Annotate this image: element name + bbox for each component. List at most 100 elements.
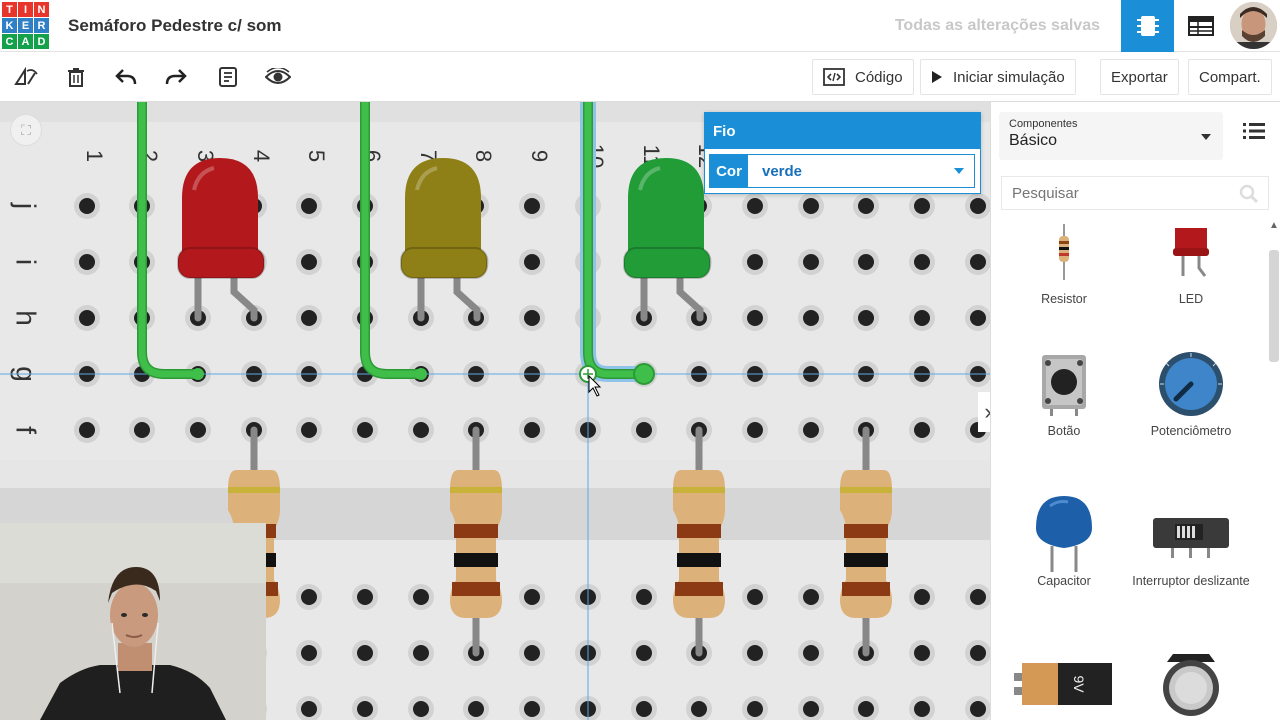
breadboard-hole[interactable]: [970, 701, 986, 717]
part-potentiometer[interactable]: Potenciômetro: [1126, 348, 1256, 439]
breadboard-hole[interactable]: [636, 701, 652, 717]
breadboard-hole[interactable]: [914, 589, 930, 605]
breadboard-hole[interactable]: [636, 422, 652, 438]
breadboard-hole[interactable]: [970, 310, 986, 326]
list-view-button[interactable]: [1243, 122, 1265, 145]
breadboard-hole[interactable]: [914, 310, 930, 326]
breadboard-hole[interactable]: [524, 422, 540, 438]
rotate-button[interactable]: [10, 62, 42, 92]
breadboard-hole[interactable]: [803, 254, 819, 270]
breadboard-hole[interactable]: [301, 701, 317, 717]
breadboard-hole[interactable]: [970, 198, 986, 214]
breadboard-hole[interactable]: [858, 701, 874, 717]
component-list-view-button[interactable]: [1176, 0, 1226, 52]
breadboard-hole[interactable]: [413, 645, 429, 661]
search-input[interactable]: [1001, 176, 1269, 210]
breadboard-hole[interactable]: [413, 701, 429, 717]
breadboard-hole[interactable]: [747, 589, 763, 605]
part-capacitor[interactable]: Capacitor: [999, 496, 1129, 589]
breadboard-hole[interactable]: [301, 645, 317, 661]
redo-button[interactable]: [160, 62, 192, 92]
breadboard-hole[interactable]: [747, 422, 763, 438]
fit-view-button[interactable]: ⛶: [10, 114, 42, 146]
breadboard-hole[interactable]: [524, 701, 540, 717]
export-button[interactable]: Exportar: [1100, 59, 1179, 95]
breadboard-hole[interactable]: [747, 198, 763, 214]
breadboard-hole[interactable]: [79, 422, 95, 438]
breadboard-hole[interactable]: [914, 254, 930, 270]
column-number: 1: [82, 150, 107, 162]
breadboard-hole[interactable]: [301, 422, 317, 438]
breadboard-hole[interactable]: [468, 701, 484, 717]
breadboard-hole[interactable]: [747, 645, 763, 661]
breadboard-hole[interactable]: [803, 422, 819, 438]
delete-button[interactable]: [60, 62, 92, 92]
breadboard-hole[interactable]: [803, 589, 819, 605]
part-coin-battery[interactable]: [1126, 648, 1256, 720]
breadboard-hole[interactable]: [357, 589, 373, 605]
breadboard-hole[interactable]: [970, 589, 986, 605]
breadboard-hole[interactable]: [79, 198, 95, 214]
breadboard-hole[interactable]: [803, 310, 819, 326]
undo-button[interactable]: [110, 62, 142, 92]
breadboard-hole[interactable]: [803, 701, 819, 717]
breadboard-hole[interactable]: [190, 422, 206, 438]
tinkercad-logo[interactable]: TIN KER CAD: [2, 2, 49, 49]
breadboard-hole[interactable]: [858, 254, 874, 270]
breadboard-hole[interactable]: [413, 589, 429, 605]
breadboard-hole[interactable]: [636, 589, 652, 605]
breadboard-hole[interactable]: [636, 645, 652, 661]
breadboard-hole[interactable]: [858, 310, 874, 326]
collapse-panel-button[interactable]: ›: [978, 392, 990, 432]
breadboard-hole[interactable]: [524, 310, 540, 326]
part-slide-switch[interactable]: Interruptor deslizante: [1126, 498, 1256, 589]
breadboard-hole[interactable]: [357, 701, 373, 717]
start-simulation-button[interactable]: Iniciar simulação: [920, 59, 1076, 95]
breadboard-hole[interactable]: [524, 645, 540, 661]
circuit-view-button[interactable]: [1121, 0, 1174, 52]
part-led[interactable]: LED: [1126, 216, 1256, 307]
part-battery-9v[interactable]: 9V: [999, 648, 1129, 720]
breadboard-hole[interactable]: [301, 254, 317, 270]
wire-end[interactable]: [415, 368, 427, 380]
design-title[interactable]: Semáforo Pedestre c/ som: [68, 16, 282, 36]
wire-color-select[interactable]: Cor verde: [709, 154, 975, 188]
user-avatar[interactable]: [1230, 2, 1277, 49]
breadboard-hole[interactable]: [747, 701, 763, 717]
breadboard-hole[interactable]: [524, 589, 540, 605]
wire-end[interactable]: [192, 368, 204, 380]
breadboard-hole[interactable]: [914, 701, 930, 717]
breadboard-hole[interactable]: [79, 310, 95, 326]
breadboard-hole[interactable]: [301, 589, 317, 605]
breadboard-hole[interactable]: [79, 254, 95, 270]
breadboard-hole[interactable]: [970, 254, 986, 270]
breadboard-hole[interactable]: [803, 645, 819, 661]
breadboard-hole[interactable]: [691, 701, 707, 717]
visibility-button[interactable]: [262, 62, 294, 92]
breadboard-hole[interactable]: [524, 198, 540, 214]
part-resistor[interactable]: Resistor: [999, 216, 1129, 307]
share-button[interactable]: Compart.: [1188, 59, 1272, 95]
breadboard-hole[interactable]: [357, 422, 373, 438]
breadboard-hole[interactable]: [301, 198, 317, 214]
components-dropdown[interactable]: Componentes Básico: [999, 112, 1223, 160]
scroll-up-arrow[interactable]: ▲: [1269, 220, 1279, 231]
panel-scrollbar[interactable]: [1269, 250, 1279, 362]
breadboard-hole[interactable]: [747, 254, 763, 270]
breadboard-hole[interactable]: [914, 198, 930, 214]
wire-endpoint-handle[interactable]: [633, 363, 655, 385]
breadboard-hole[interactable]: [803, 198, 819, 214]
breadboard-hole[interactable]: [747, 310, 763, 326]
breadboard-hole[interactable]: [301, 310, 317, 326]
part-pushbutton[interactable]: Botão: [999, 348, 1129, 439]
breadboard-hole[interactable]: [914, 645, 930, 661]
breadboard-hole[interactable]: [134, 422, 150, 438]
breadboard-hole[interactable]: [914, 422, 930, 438]
notes-button[interactable]: [212, 62, 244, 92]
breadboard-hole[interactable]: [413, 422, 429, 438]
breadboard-hole[interactable]: [970, 645, 986, 661]
breadboard-hole[interactable]: [524, 254, 540, 270]
code-button[interactable]: Código: [812, 59, 914, 95]
breadboard-hole[interactable]: [858, 198, 874, 214]
breadboard-hole[interactable]: [357, 645, 373, 661]
